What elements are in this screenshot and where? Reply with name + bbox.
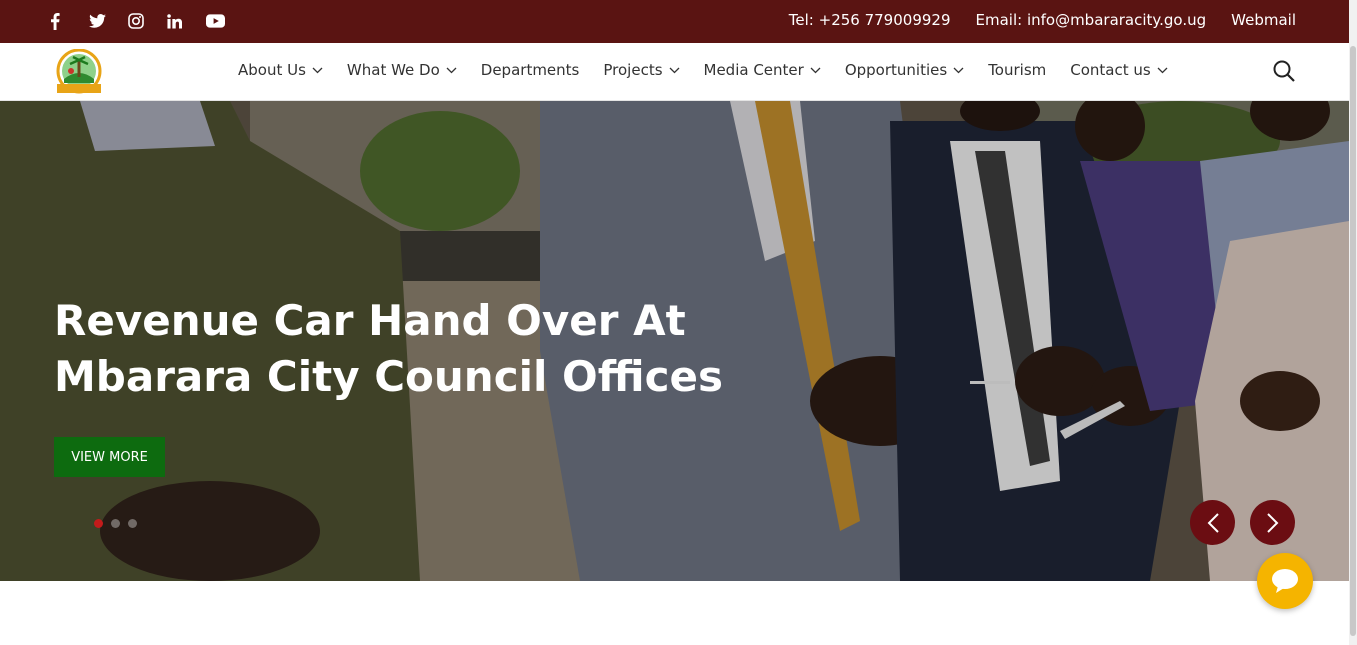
- hero-headline: Revenue Car Hand Over At Mbarara City Co…: [54, 296, 723, 401]
- chevron-down-icon: [312, 67, 323, 74]
- menu-projects-label: Projects: [603, 61, 663, 79]
- slider-dots: [94, 519, 137, 528]
- chevron-down-icon: [953, 67, 964, 74]
- top-bar: Tel: +256 779009929 Email: info@mbararac…: [0, 0, 1349, 43]
- chat-bubble-icon: [1272, 569, 1298, 593]
- menu-projects[interactable]: Projects: [591, 61, 691, 79]
- slider-dot[interactable]: [128, 519, 137, 528]
- facebook-icon[interactable]: [50, 10, 89, 32]
- webmail-link[interactable]: Webmail: [1231, 11, 1296, 29]
- menu-opportunities-label: Opportunities: [844, 61, 948, 79]
- menu-what-we-do-label: What We Do: [346, 61, 440, 79]
- mbarara-city-logo[interactable]: [54, 48, 104, 96]
- search-icon[interactable]: [1272, 59, 1298, 85]
- linkedin-icon[interactable]: [167, 10, 206, 32]
- menu-contact-us-label: Contact us: [1070, 61, 1151, 79]
- phone-link[interactable]: Tel: +256 779009929: [789, 11, 951, 29]
- contact-info: Tel: +256 779009929 Email: info@mbararac…: [764, 11, 1296, 29]
- view-more-button[interactable]: VIEW MORE: [54, 437, 165, 477]
- chevron-right-icon: [1266, 512, 1278, 533]
- slider-dot[interactable]: [111, 519, 120, 528]
- menu-about-us-label: About Us: [238, 61, 306, 79]
- slider-prev-button[interactable]: [1190, 500, 1235, 545]
- menu-media-center[interactable]: Media Center: [692, 61, 833, 79]
- menu-tourism-label: Tourism: [988, 61, 1047, 79]
- instagram-icon[interactable]: [128, 10, 167, 32]
- chevron-down-icon: [446, 67, 457, 74]
- hero-slider: Revenue Car Hand Over At Mbarara City Co…: [0, 101, 1349, 581]
- slider-next-button[interactable]: [1250, 500, 1295, 545]
- scrollbar-thumb[interactable]: [1350, 46, 1356, 636]
- menu-departments[interactable]: Departments: [469, 61, 592, 79]
- slider-dot[interactable]: [94, 519, 103, 528]
- main-navbar: About Us What We Do Departments Projects…: [0, 43, 1349, 101]
- email-link[interactable]: Email: info@mbararacity.go.ug: [976, 11, 1207, 29]
- chevron-left-icon: [1207, 512, 1219, 533]
- youtube-icon[interactable]: [206, 10, 245, 32]
- chevron-down-icon: [669, 67, 680, 74]
- menu-about-us[interactable]: About Us: [226, 61, 335, 79]
- social-links: [50, 10, 245, 32]
- chat-button[interactable]: [1257, 553, 1313, 609]
- menu-contact-us[interactable]: Contact us: [1058, 61, 1179, 79]
- menu-tourism[interactable]: Tourism: [976, 61, 1058, 79]
- menu-media-center-label: Media Center: [703, 61, 804, 79]
- main-menu: About Us What We Do Departments Projects…: [226, 61, 1180, 79]
- chevron-down-icon: [810, 67, 821, 74]
- menu-what-we-do[interactable]: What We Do: [335, 61, 469, 79]
- menu-opportunities[interactable]: Opportunities: [833, 61, 976, 79]
- chevron-down-icon: [1157, 67, 1168, 74]
- menu-departments-label: Departments: [480, 61, 580, 79]
- twitter-icon[interactable]: [89, 10, 128, 32]
